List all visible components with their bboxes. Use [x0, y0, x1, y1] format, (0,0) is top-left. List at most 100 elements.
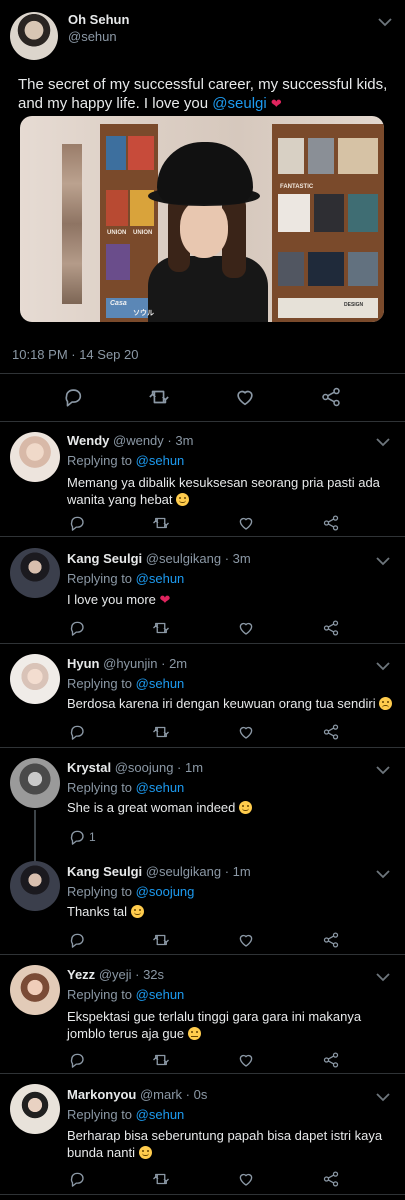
magazine — [308, 138, 334, 174]
retweet-icon[interactable] — [152, 1051, 170, 1069]
replying-to: Replying to @sehun — [67, 780, 184, 795]
reply-icon[interactable] — [68, 828, 86, 846]
chevron-down-icon[interactable] — [375, 971, 391, 983]
avatar[interactable] — [10, 548, 60, 598]
avatar[interactable] — [10, 1084, 60, 1134]
share-icon[interactable] — [322, 723, 340, 741]
replying-prefix: Replying to — [67, 1107, 136, 1122]
reply-icon[interactable] — [62, 386, 84, 408]
reply-text-body: I love you more — [67, 592, 156, 607]
avatar[interactable] — [10, 654, 60, 704]
author-meta[interactable]: @seulgikang · 3m — [146, 551, 251, 566]
replying-prefix: Replying to — [67, 780, 136, 795]
like-icon[interactable] — [237, 1051, 255, 1069]
reply-icon[interactable] — [68, 931, 86, 949]
mention-link[interactable]: @seulgi — [212, 95, 266, 112]
author-meta[interactable]: @yeji · 32s — [99, 967, 164, 982]
reply-icon[interactable] — [68, 1170, 86, 1188]
chevron-down-icon[interactable] — [375, 436, 391, 448]
author-meta[interactable]: @hyunjin · 2m — [103, 656, 187, 671]
reply-icon[interactable] — [68, 619, 86, 637]
avatar[interactable] — [10, 861, 60, 911]
reply-count: 1 — [89, 830, 96, 844]
like-icon[interactable] — [234, 386, 256, 408]
like-icon[interactable] — [237, 1170, 255, 1188]
retweet-icon[interactable] — [148, 386, 170, 408]
mention-link[interactable]: @sehun — [136, 676, 185, 691]
replying-prefix: Replying to — [67, 884, 136, 899]
mention-link[interactable]: @sehun — [136, 453, 185, 468]
author-meta[interactable]: @seulgikang · 1m — [146, 864, 251, 879]
retweet-icon[interactable] — [152, 1170, 170, 1188]
author-name[interactable]: Kang Seulgi — [67, 864, 142, 879]
reply-tweet[interactable]: Krystal @soojung · 1m Replying to @sehun… — [0, 748, 405, 862]
chevron-down-icon[interactable] — [377, 16, 393, 28]
like-icon[interactable] — [237, 514, 255, 532]
author-name[interactable]: Wendy — [67, 433, 109, 448]
like-icon[interactable] — [237, 931, 255, 949]
reply-tweet[interactable]: Hyun @hyunjin · 2m Replying to @sehun Be… — [0, 644, 405, 747]
reply-icon[interactable] — [68, 514, 86, 532]
person-body — [148, 256, 268, 322]
mention-link[interactable]: @sehun — [136, 780, 185, 795]
reply-header: Krystal @soojung · 1m — [67, 760, 203, 775]
retweet-icon[interactable] — [152, 931, 170, 949]
author-name[interactable]: Hyun — [67, 656, 100, 671]
chevron-down-icon[interactable] — [375, 660, 391, 672]
chevron-down-icon[interactable] — [375, 868, 391, 880]
avatar[interactable] — [10, 965, 60, 1015]
reply-tweet[interactable]: Kang Seulgi @seulgikang · 3m Replying to… — [0, 537, 405, 643]
reply-actions — [0, 619, 405, 643]
magazine — [348, 252, 378, 286]
author-name[interactable]: Kang Seulgi — [67, 551, 142, 566]
retweet-icon[interactable] — [152, 514, 170, 532]
like-icon[interactable] — [237, 619, 255, 637]
share-icon[interactable] — [322, 1051, 340, 1069]
like-icon[interactable] — [237, 723, 255, 741]
replying-to: Replying to @sehun — [67, 1107, 184, 1122]
mention-link[interactable]: @sehun — [136, 987, 185, 1002]
magazine — [338, 138, 378, 174]
heart-emoji: ❤ — [270, 96, 282, 111]
reply-icon[interactable] — [68, 723, 86, 741]
magazine — [106, 244, 130, 280]
reply-tweet[interactable]: Kang Seulgi @seulgikang · 1m Replying to… — [0, 854, 405, 954]
author-meta[interactable]: @wendy · 3m — [113, 433, 193, 448]
author-meta[interactable]: @mark · 0s — [140, 1087, 207, 1102]
reply-tweet[interactable]: Markonyou @mark · 0s Replying to @sehun … — [0, 1074, 405, 1194]
avatar[interactable] — [10, 12, 58, 60]
share-icon[interactable] — [322, 619, 340, 637]
pensive-emoji — [379, 697, 393, 710]
author-name[interactable]: Oh Sehun — [68, 12, 129, 27]
share-icon[interactable] — [320, 386, 342, 408]
replying-to: Replying to @sehun — [67, 453, 184, 468]
share-icon[interactable] — [322, 931, 340, 949]
chevron-down-icon[interactable] — [375, 1091, 391, 1103]
mention-link[interactable]: @sehun — [136, 571, 185, 586]
reply-tweet[interactable]: Wendy @wendy · 3m Replying to @sehun Mem… — [0, 422, 405, 536]
author-name[interactable]: Krystal — [67, 760, 111, 775]
reply-icon[interactable] — [68, 1051, 86, 1069]
replying-to: Replying to @sehun — [67, 571, 184, 586]
author-name[interactable]: Yezz — [67, 967, 95, 982]
smile-emoji — [138, 1146, 152, 1159]
share-icon[interactable] — [322, 514, 340, 532]
share-icon[interactable] — [322, 1170, 340, 1188]
author-name[interactable]: Markonyou — [67, 1087, 136, 1102]
chevron-down-icon[interactable] — [375, 555, 391, 567]
chevron-down-icon[interactable] — [375, 764, 391, 776]
tweet-image[interactable]: UNION UNION FANTASTIC Casa ソウル DESIGN — [20, 116, 384, 322]
tweet-timestamp[interactable]: 10:18 PM · 14 Sep 20 — [12, 347, 138, 362]
shelf-sign: FANTASTIC — [280, 184, 314, 190]
retweet-icon[interactable] — [152, 723, 170, 741]
author-handle[interactable]: @sehun — [68, 29, 117, 44]
mention-link[interactable]: @sehun — [136, 1107, 185, 1122]
tweet-text-body: The secret of my successful career, my s… — [18, 76, 388, 112]
avatar[interactable] — [10, 432, 60, 482]
avatar[interactable] — [10, 758, 60, 808]
author-meta[interactable]: @soojung · 1m — [115, 760, 203, 775]
mention-link[interactable]: @soojung — [136, 884, 195, 899]
reply-tweet[interactable]: Yezz @yeji · 32s Replying to @sehun Eksp… — [0, 955, 405, 1073]
retweet-icon[interactable] — [152, 619, 170, 637]
smile-emoji — [176, 493, 190, 506]
